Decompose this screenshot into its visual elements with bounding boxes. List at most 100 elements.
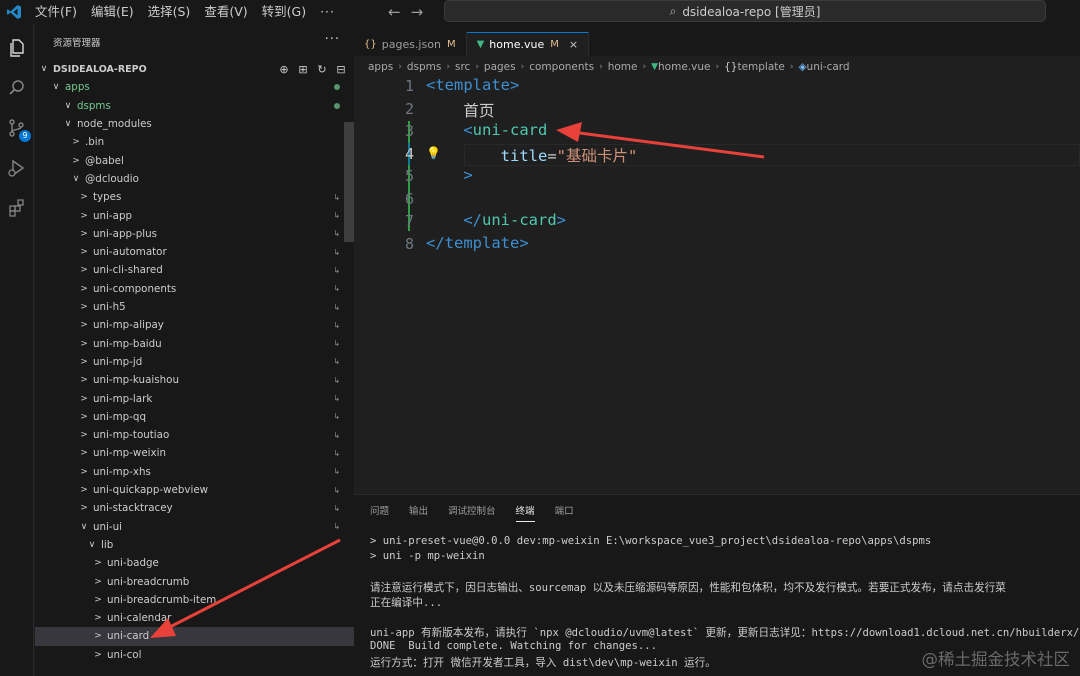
source-control-icon[interactable]: 9 [5,116,31,142]
forward-arrow-icon[interactable]: → [411,3,424,21]
breadcrumb-item[interactable]: components [529,61,594,73]
code-line: > [426,166,472,184]
code-token: template [435,76,510,94]
tree-item[interactable]: > uni-mp-baidu ↳ [35,335,354,353]
search-icon[interactable] [5,76,29,100]
menu-item[interactable]: 文件(F) [28,0,84,24]
chevron-right-icon: > [80,228,88,239]
chevron-right-icon: > [80,448,88,459]
tree-item[interactable]: > uni-badge [35,554,354,572]
chevron-right-icon: > [72,137,80,148]
new-folder-icon[interactable]: ⊞ [296,63,310,76]
sidebar-scrollbar[interactable] [344,122,354,242]
refresh-icon[interactable]: ↻ [315,63,329,76]
tree-item[interactable]: > uni-mp-jd ↳ [35,353,354,371]
collapse-all-icon[interactable]: ⊟ [334,63,348,76]
tree-item-label: @babel [85,154,124,167]
terminal-line: 请注意运行模式下，因日志输出、sourcemap 以及未压缩源码等原因，性能和包… [370,582,1006,594]
tree-item[interactable]: > types ↳ [35,188,354,206]
explorer-icon[interactable] [5,36,29,60]
chevron-right-icon: > [80,265,88,276]
breadcrumb-item[interactable]: template [737,61,784,73]
explorer-more-icon[interactable]: ··· [325,32,340,47]
code-token: uni-card [472,121,548,139]
tree-item-label: uni-mp-qq [93,410,146,423]
tree-item[interactable]: > uni-quickapp-webview ↳ [35,481,354,499]
tree-item[interactable]: > uni-stacktracey ↳ [35,499,354,517]
breadcrumb-item[interactable]: home [608,61,638,73]
tree-item[interactable]: > uni-breadcrumb-item [35,591,354,609]
code-token: < [426,76,436,94]
tree-item[interactable]: ∨ apps [35,78,354,96]
git-status-dot [334,102,340,109]
tree-item[interactable]: > uni-mp-toutiao ↳ [35,426,354,444]
tree-item[interactable]: > uni-mp-xhs ↳ [35,463,354,481]
tree-item[interactable]: > uni-components ↳ [35,280,354,298]
extensions-icon[interactable] [5,196,29,220]
symlink-icon: ↳ [333,265,340,275]
tree-item[interactable]: > uni-mp-lark ↳ [35,389,354,407]
tree-item[interactable]: > uni-mp-kuaishou ↳ [35,371,354,389]
tree-item[interactable]: > uni-breadcrumb [35,572,354,590]
code-token: title [500,146,548,165]
tree-item-label: uni-components [93,282,177,295]
tree-item[interactable]: ∨ node_modules [35,115,354,133]
run-debug-icon[interactable] [5,156,29,180]
panel-tab[interactable]: 端口 [555,503,574,522]
code-editor[interactable]: 💡 12345678 <template> 首页 <uni-card title… [354,76,1080,494]
chevron-right-icon: > [80,320,88,331]
editor-tab[interactable]: {} pages.json M [354,32,467,56]
tree-item-label: node_modules [77,118,152,131]
line-number: 5 [404,167,414,185]
tree-item[interactable]: ∨ uni-ui ↳ [35,518,354,536]
tree-item-label: uni-app [93,209,133,222]
menu-item[interactable]: 编辑(E) [84,0,141,24]
line-number: 4 [404,144,414,163]
back-arrow-icon[interactable]: ← [388,3,401,21]
tree-item[interactable]: > uni-mp-alipay ↳ [35,316,354,334]
tree-item[interactable]: > uni-app ↳ [35,206,354,224]
panel-tab[interactable]: 终端 [515,503,535,522]
menu-item[interactable]: 查看(V) [197,0,254,24]
tree-item-label: uni-col [107,648,142,661]
symlink-icon: ↳ [333,412,340,422]
breadcrumb-item[interactable]: apps [368,61,393,73]
panel-tab[interactable]: 输出 [409,503,428,522]
chevron-right-icon: > [94,576,102,587]
tree-item[interactable]: > uni-mp-weixin ↳ [35,444,354,462]
tree-item[interactable]: > uni-automator ↳ [35,243,354,261]
tree-item[interactable]: ∨ lib [35,536,354,554]
tree-root-folder[interactable]: ∨ DSIDEALOA-REPO ⊕ ⊞ ↻ ⊟ [35,60,354,78]
tree-item[interactable]: > uni-mp-qq ↳ [35,408,354,426]
tree-item[interactable]: > .bin [35,133,354,151]
breadcrumb-item[interactable]: pages [484,61,516,73]
breadcrumb-item[interactable]: uni-card [807,61,850,73]
menu-more-icon[interactable]: ··· [313,0,342,24]
tree-item[interactable]: ∨ @dcloudio [35,170,354,188]
tree-item[interactable]: > uni-calendar [35,609,354,627]
panel-tab[interactable]: 调试控制台 [448,503,496,522]
tree-item[interactable]: ∨ dspms [35,97,354,115]
command-center[interactable]: ⌕ dsidealoa-repo [管理员] [444,0,1046,22]
tree-item[interactable]: > uni-h5 ↳ [35,298,354,316]
tab-label: pages.json [381,37,441,51]
breadcrumb-item[interactable]: home.vue [658,61,710,73]
breadcrumb-item[interactable]: src [455,61,470,73]
symlink-icon: ↳ [333,448,340,458]
menu-item[interactable]: 选择(S) [141,0,198,24]
editor-tab[interactable]: ▼ home.vue M × [466,32,590,56]
tree-item[interactable]: > uni-card [35,627,354,646]
close-tab-icon[interactable]: × [569,38,578,51]
modified-indicator: M [550,39,559,50]
tree-item[interactable]: > uni-cli-shared ↳ [35,261,354,279]
tree-item-label: uni-mp-weixin [93,447,167,460]
breadcrumb-item[interactable]: dspms [407,61,442,73]
tree-item[interactable]: > uni-col [35,646,354,664]
symlink-icon: ↳ [333,339,340,349]
tree-item[interactable]: > uni-app-plus ↳ [35,225,354,243]
panel-tab[interactable]: 问题 [370,503,389,522]
tree-item[interactable]: > @babel [35,152,354,170]
tree-item-label: lib [101,538,114,551]
menu-item[interactable]: 转到(G) [255,0,313,24]
new-file-icon[interactable]: ⊕ [277,63,291,76]
